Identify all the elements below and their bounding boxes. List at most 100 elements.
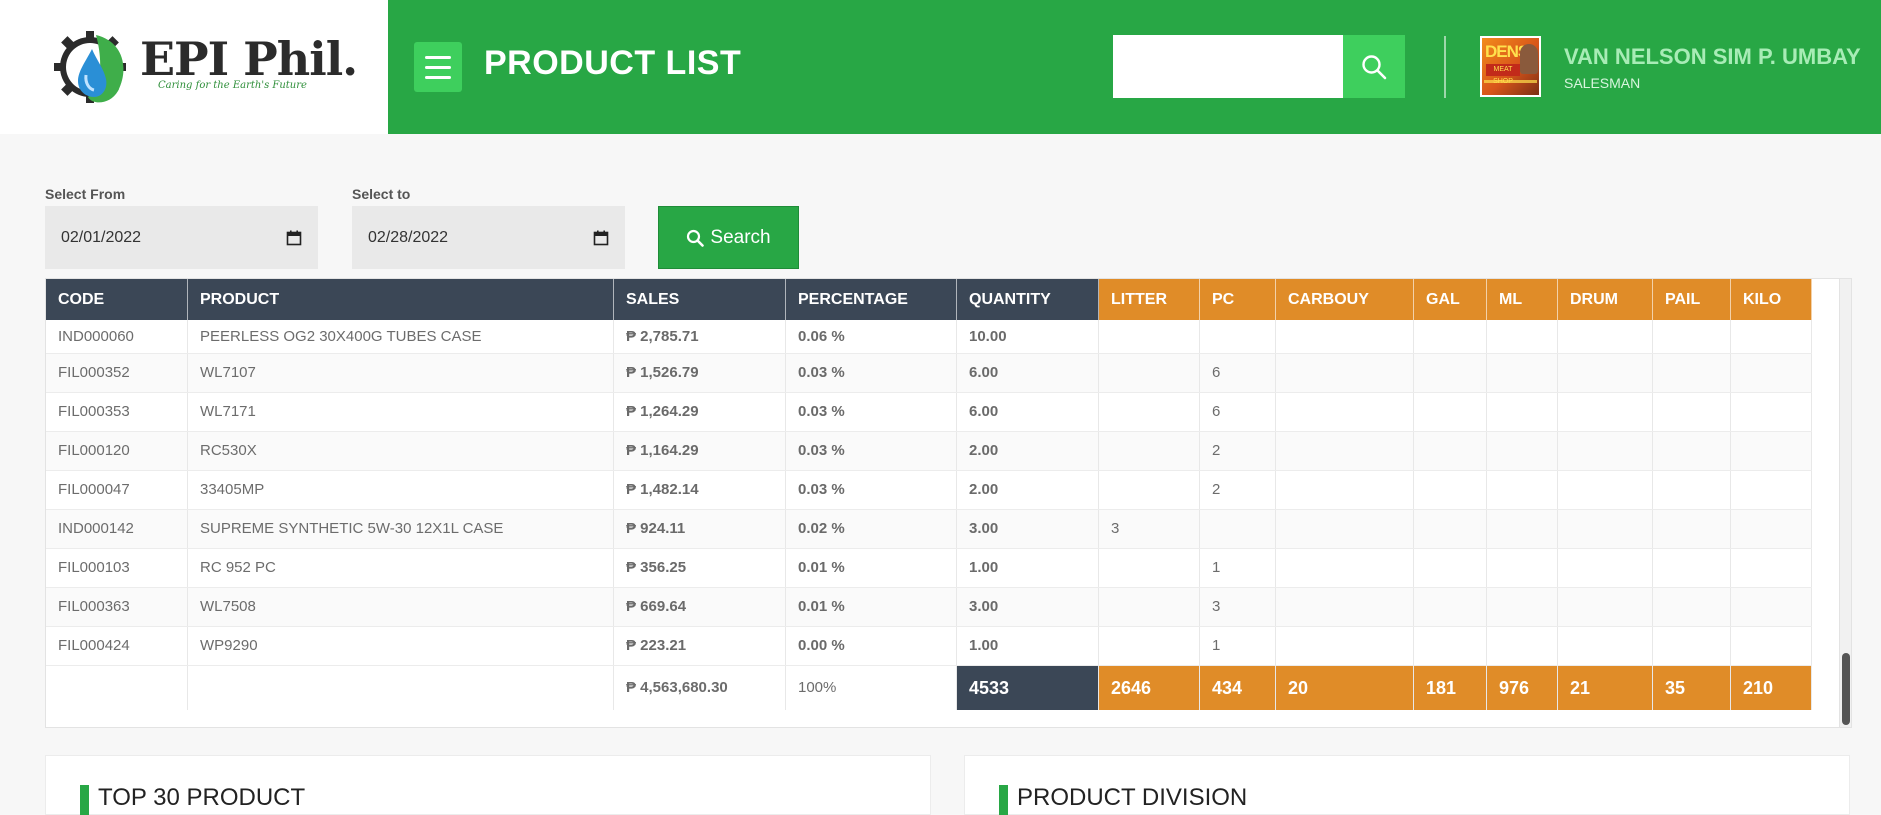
calendar-icon[interactable] — [286, 230, 302, 246]
cell-product: SUPREME SYNTHETIC 5W-30 12X1L CASE — [188, 510, 614, 548]
cell-sales: ₱ 356.25 — [614, 549, 786, 587]
column-header-kilo[interactable]: KILO — [1731, 279, 1812, 320]
user-avatar[interactable]: DENS MEAT SHOP — [1480, 36, 1541, 97]
cell-litter — [1099, 627, 1200, 665]
cell-carbouy — [1276, 354, 1414, 392]
cell-drum — [1558, 588, 1653, 626]
cell-drum — [1558, 320, 1653, 353]
cell-sales: ₱ 2,785.71 — [614, 320, 786, 353]
cell-code: FIL000103 — [46, 549, 188, 587]
total-carbouy: 20 — [1276, 666, 1414, 710]
cell-product: RC 952 PC — [188, 549, 614, 587]
cell-pc: 6 — [1200, 393, 1276, 431]
column-header-product[interactable]: PRODUCT — [188, 279, 614, 320]
cell-kilo — [1731, 320, 1812, 353]
cell-code: IND000060 — [46, 320, 188, 353]
cell-ml — [1487, 432, 1558, 470]
cell-sales: ₱ 924.11 — [614, 510, 786, 548]
cell-product: PEERLESS OG2 30X400G TUBES CASE — [188, 320, 614, 353]
menu-bar — [425, 75, 451, 79]
select-to-date-input[interactable]: 02/28/2022 — [352, 206, 625, 269]
table-header-row: CODE PRODUCT SALES PERCENTAGE QUANTITY LITTER… — [46, 279, 1812, 320]
select-to-value: 02/28/2022 — [368, 228, 449, 246]
header-search-input[interactable] — [1113, 35, 1343, 98]
cell-drum — [1558, 432, 1653, 470]
cell-kilo — [1731, 627, 1812, 665]
cell-pc: 1 — [1200, 627, 1276, 665]
cell-litter — [1099, 393, 1200, 431]
cell-drum — [1558, 627, 1653, 665]
cell-carbouy — [1276, 627, 1414, 665]
cell-quantity: 10.00 — [957, 320, 1099, 353]
select-to-label: Select to — [352, 186, 411, 202]
cell-litter: 3 — [1099, 510, 1200, 548]
column-header-carbouy[interactable]: CARBOUY — [1276, 279, 1414, 320]
select-from-label: Select From — [45, 186, 126, 202]
table-row[interactable]: FIL000120 RC530X ₱ 1,164.29 0.03 % 2.00 2 — [46, 432, 1812, 471]
cell-gal — [1414, 510, 1487, 548]
cell-pc: 3 — [1200, 588, 1276, 626]
table-totals-row: ₱ 4,563,680.30 100% 4533 2646 434 20 181 976 21 3… — [46, 666, 1812, 710]
cell-percentage: 0.02 % — [786, 510, 957, 548]
table-row[interactable]: IND000060 PEERLESS OG2 30X400G TUBES CASE… — [46, 320, 1812, 354]
search-icon — [687, 229, 705, 247]
cell-drum — [1558, 354, 1653, 392]
cell-pc: 2 — [1200, 432, 1276, 470]
calendar-icon[interactable] — [593, 230, 609, 246]
search-button[interactable]: Search — [658, 206, 799, 269]
total-litter: 2646 — [1099, 666, 1200, 710]
cell-carbouy — [1276, 549, 1414, 587]
cell-pc — [1200, 510, 1276, 548]
column-header-code[interactable]: CODE — [46, 279, 188, 320]
cell-quantity: 6.00 — [957, 354, 1099, 392]
cell-percentage: 0.03 % — [786, 471, 957, 509]
brand-logo[interactable]: EPI Phil. Caring for the Earth's Future — [0, 0, 388, 134]
cell-gal — [1414, 354, 1487, 392]
select-from-date-input[interactable]: 02/01/2022 — [45, 206, 318, 269]
table-row[interactable]: FIL000424 WP9290 ₱ 223.21 0.00 % 1.00 1 — [46, 627, 1812, 666]
column-header-gal[interactable]: GAL — [1414, 279, 1487, 320]
cell-product: RC530X — [188, 432, 614, 470]
column-header-ml[interactable]: ML — [1487, 279, 1558, 320]
total-product — [188, 666, 614, 710]
cell-carbouy — [1276, 432, 1414, 470]
cell-product: WL7107 — [188, 354, 614, 392]
cell-code: FIL000120 — [46, 432, 188, 470]
column-header-sales[interactable]: SALES — [614, 279, 786, 320]
cell-ml — [1487, 471, 1558, 509]
search-button-label: Search — [710, 226, 771, 248]
total-ml: 976 — [1487, 666, 1558, 710]
table-row[interactable]: FIL000363 WL7508 ₱ 669.64 0.01 % 3.00 3 — [46, 588, 1812, 627]
column-header-percentage[interactable]: PERCENTAGE — [786, 279, 957, 320]
top-header: EPI Phil. Caring for the Earth's Future … — [0, 0, 1881, 134]
column-header-pc[interactable]: PC — [1200, 279, 1276, 320]
table-scrollbar[interactable] — [1839, 279, 1851, 727]
cell-gal — [1414, 627, 1487, 665]
cell-quantity: 3.00 — [957, 510, 1099, 548]
cell-sales: ₱ 1,164.29 — [614, 432, 786, 470]
column-header-quantity[interactable]: QUANTITY — [957, 279, 1099, 320]
total-drum: 21 — [1558, 666, 1653, 710]
column-header-pail[interactable]: PAIL — [1653, 279, 1731, 320]
total-sales: ₱ 4,563,680.30 — [614, 666, 786, 710]
column-header-litter[interactable]: LITTER — [1099, 279, 1200, 320]
table-row[interactable]: FIL000103 RC 952 PC ₱ 356.25 0.01 % 1.00 1 — [46, 549, 1812, 588]
hamburger-menu-button[interactable] — [414, 42, 462, 92]
cell-code: FIL000363 — [46, 588, 188, 626]
cell-code: FIL000352 — [46, 354, 188, 392]
scrollbar-thumb[interactable] — [1842, 653, 1850, 725]
table-row[interactable]: FIL000352 WL7107 ₱ 1,526.79 0.03 % 6.00 6 — [46, 354, 1812, 393]
cell-gal — [1414, 432, 1487, 470]
column-header-drum[interactable]: DRUM — [1558, 279, 1653, 320]
table-row[interactable]: IND000142 SUPREME SYNTHETIC 5W-30 12X1L C… — [46, 510, 1812, 549]
cell-gal — [1414, 393, 1487, 431]
cell-pc: 1 — [1200, 549, 1276, 587]
cell-product: WL7171 — [188, 393, 614, 431]
user-name[interactable]: VAN NELSON SIM P. UMBAY — [1564, 44, 1861, 70]
table-row[interactable]: FIL000353 WL7171 ₱ 1,264.29 0.03 % 6.00 6 — [46, 393, 1812, 432]
table-body: IND000060 PEERLESS OG2 30X400G TUBES CASE… — [46, 320, 1812, 710]
cell-pc: 6 — [1200, 354, 1276, 392]
header-search-button[interactable] — [1343, 35, 1405, 98]
cell-pail — [1653, 510, 1731, 548]
table-row[interactable]: FIL000047 33405MP ₱ 1,482.14 0.03 % 2.00 2 — [46, 471, 1812, 510]
